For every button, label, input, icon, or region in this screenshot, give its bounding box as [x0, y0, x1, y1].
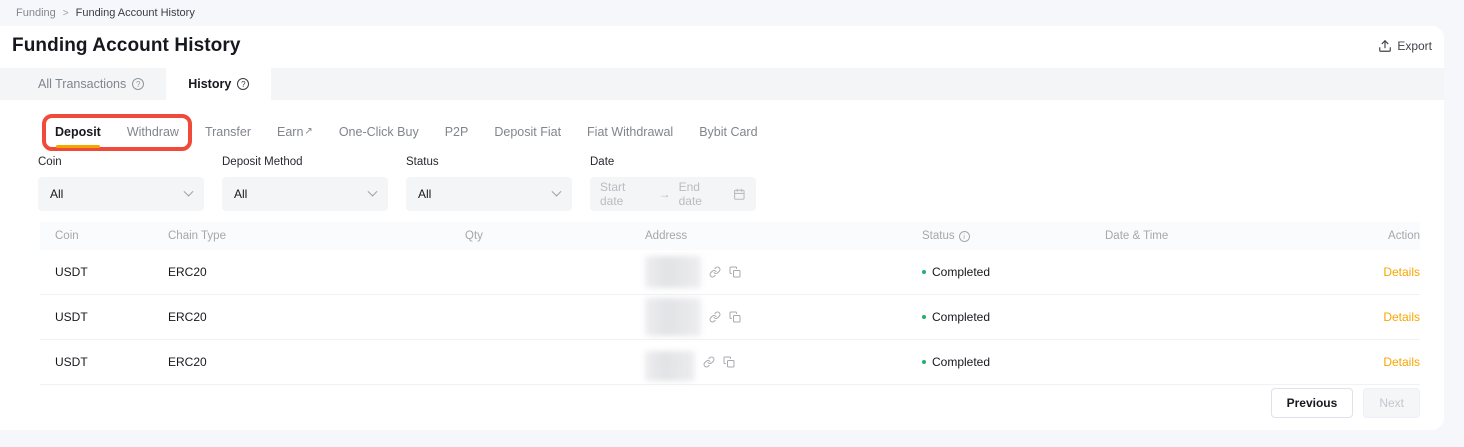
date-range-input[interactable]: Start date → End date [590, 177, 756, 211]
previous-button[interactable]: Previous [1271, 388, 1354, 418]
date-range-arrow-icon: → [659, 187, 671, 201]
subtab-bybit-card[interactable]: Bybit Card [699, 125, 757, 139]
deposit-method-select[interactable]: All [222, 177, 388, 211]
breadcrumb-current: Funding Account History [76, 7, 195, 19]
status-dot-icon [922, 315, 926, 319]
pagination: Previous Next [1271, 388, 1420, 418]
status-badge: Completed [922, 310, 1105, 324]
tab-all-transactions-label: All Transactions [38, 77, 126, 91]
subtab-one-click-buy[interactable]: One-Click Buy [339, 125, 419, 139]
link-icon[interactable] [709, 311, 721, 323]
table-row: USDT ERC20 Completed Details [40, 340, 1420, 385]
page-title: Funding Account History [12, 35, 241, 57]
subtab-fiat-withdrawal[interactable]: Fiat Withdrawal [587, 125, 673, 139]
export-label: Export [1397, 39, 1432, 53]
cell-chain-type: ERC20 [168, 265, 465, 279]
export-icon [1378, 39, 1392, 53]
subtab-earn[interactable]: Earn↗ [277, 125, 313, 139]
col-status-label: Status [922, 230, 955, 242]
filter-deposit-method: Deposit Method All [222, 156, 388, 211]
next-button[interactable]: Next [1363, 388, 1420, 418]
chevron-down-icon [184, 186, 194, 196]
status-dot-icon [922, 270, 926, 274]
info-icon[interactable]: i [959, 231, 970, 242]
deposit-method-filter-label: Deposit Method [222, 156, 388, 168]
breadcrumb: Funding > Funding Account History [16, 0, 195, 26]
details-link[interactable]: Details [1383, 310, 1420, 324]
table-row: USDT ERC20 Completed Details [40, 295, 1420, 340]
subtab-earn-label: Earn [277, 125, 303, 139]
main-panel: Funding Account History Export All Trans… [0, 26, 1444, 430]
table-header-row: Coin Chain Type Qty Address Status i Dat… [40, 222, 1420, 250]
breadcrumb-separator: > [63, 8, 69, 19]
status-badge: Completed [922, 355, 1105, 369]
subtab-deposit[interactable]: Deposit [55, 125, 101, 139]
tab-bar: All Transactions ? History ? [0, 68, 1444, 100]
status-text: Completed [932, 310, 990, 324]
cell-coin: USDT [55, 310, 168, 324]
col-action: Action [1330, 230, 1420, 242]
details-link[interactable]: Details [1383, 355, 1420, 369]
history-table: Coin Chain Type Qty Address Status i Dat… [40, 222, 1420, 385]
coin-filter-label: Coin [38, 156, 204, 168]
subtab-deposit-fiat[interactable]: Deposit Fiat [494, 125, 561, 139]
status-text: Completed [932, 265, 990, 279]
filter-bar: Coin All Deposit Method All Status All [38, 156, 756, 211]
tab-history-label: History [188, 77, 231, 91]
redacted-address [645, 298, 701, 336]
col-date-time: Date & Time [1105, 230, 1330, 242]
cell-coin: USDT [55, 265, 168, 279]
status-filter-label: Status [406, 156, 572, 168]
col-coin: Coin [55, 230, 168, 242]
filter-date: Date Start date → End date [590, 156, 756, 211]
breadcrumb-link-funding[interactable]: Funding [16, 7, 56, 19]
col-qty: Qty [465, 230, 645, 242]
status-text: Completed [932, 355, 990, 369]
table-row: USDT ERC20 Completed Details [40, 250, 1420, 295]
question-icon: ? [132, 78, 144, 90]
copy-icon[interactable] [723, 356, 735, 368]
page-background: Funding > Funding Account History Fundin… [0, 0, 1464, 447]
filter-status: Status All [406, 156, 572, 211]
start-date-placeholder: Start date [600, 180, 651, 208]
link-icon[interactable] [709, 266, 721, 278]
link-icon[interactable] [703, 356, 715, 368]
status-badge: Completed [922, 265, 1105, 279]
tab-history[interactable]: History ? [166, 68, 271, 100]
subtab-bar: Deposit Withdraw Transfer Earn↗ One-Clic… [55, 112, 1420, 152]
subtab-p2p[interactable]: P2P [445, 125, 469, 139]
status-select-value: All [418, 187, 431, 201]
subtab-annotated-group: Deposit Withdraw [42, 112, 192, 152]
col-address: Address [645, 230, 922, 242]
status-dot-icon [922, 360, 926, 364]
status-select[interactable]: All [406, 177, 572, 211]
col-status: Status i [922, 230, 1105, 242]
redacted-address [645, 351, 695, 381]
deposit-method-select-value: All [234, 187, 247, 201]
cell-coin: USDT [55, 355, 168, 369]
filter-coin: Coin All [38, 156, 204, 211]
coin-select-value: All [50, 187, 63, 201]
redacted-address [645, 256, 701, 288]
date-filter-label: Date [590, 156, 756, 168]
question-icon: ? [237, 78, 249, 90]
external-link-icon: ↗ [304, 126, 312, 137]
chevron-down-icon [368, 186, 378, 196]
details-link[interactable]: Details [1383, 265, 1420, 279]
coin-select[interactable]: All [38, 177, 204, 211]
chevron-down-icon [552, 186, 562, 196]
cell-chain-type: ERC20 [168, 355, 465, 369]
calendar-icon [733, 188, 746, 201]
cell-chain-type: ERC20 [168, 310, 465, 324]
end-date-placeholder: End date [679, 180, 726, 208]
copy-icon[interactable] [729, 266, 741, 278]
copy-icon[interactable] [729, 311, 741, 323]
tab-all-transactions[interactable]: All Transactions ? [16, 68, 166, 100]
export-button[interactable]: Export [1378, 39, 1432, 53]
subtab-transfer[interactable]: Transfer [205, 125, 251, 139]
subtab-withdraw[interactable]: Withdraw [127, 125, 179, 139]
col-chain-type: Chain Type [168, 230, 465, 242]
